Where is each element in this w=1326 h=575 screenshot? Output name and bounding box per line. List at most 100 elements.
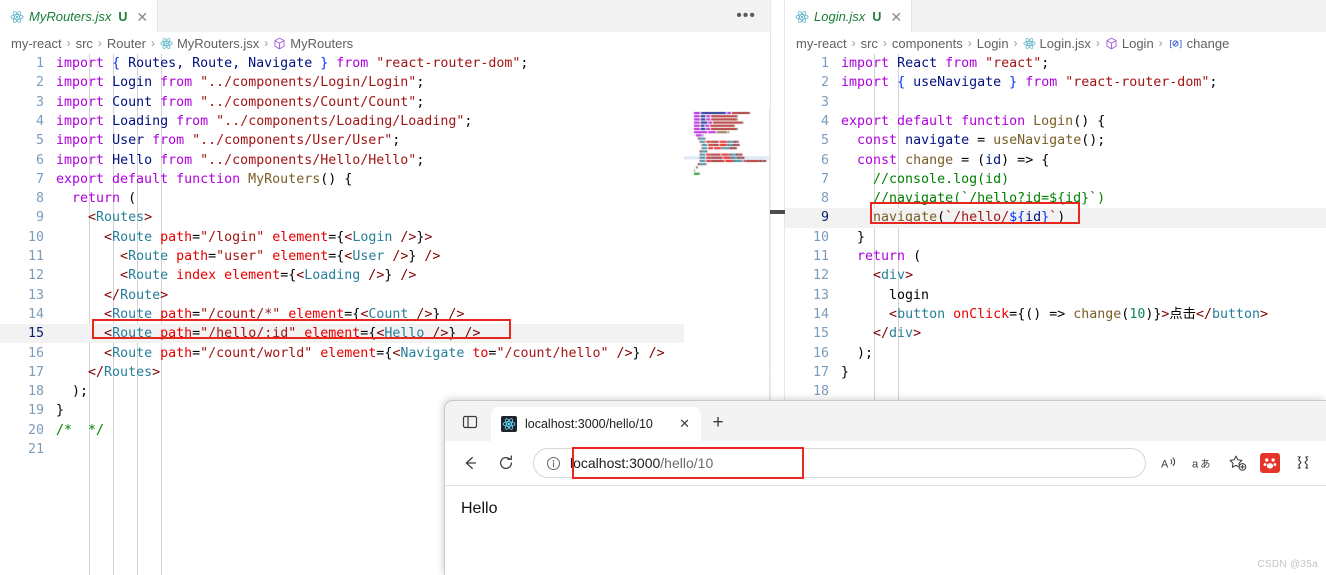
code-line[interactable]: 2 import { useNavigate } from "react-rout… — [785, 73, 1326, 92]
code-line[interactable]: 8 return ( — [0, 189, 770, 208]
code-line[interactable]: 1 import React from "react"; — [785, 54, 1326, 73]
browser-toolbar: localhost:3000/hello/10 A a あ — [445, 441, 1326, 485]
code-text: export default function Login() { — [841, 113, 1106, 129]
code-line[interactable]: 3 import Count from "../components/Count/… — [0, 93, 770, 112]
svg-text:あ: あ — [1200, 459, 1210, 471]
breadcrumb-item-label: change — [1186, 35, 1230, 51]
code-text: const change = (id) => { — [857, 152, 1050, 168]
breadcrumb-item-src[interactable]: src — [861, 36, 878, 51]
breadcrumb-item-my-react[interactable]: my-react — [11, 36, 62, 51]
code-text: import { Routes, Route, Navigate } from … — [56, 56, 529, 71]
close-icon[interactable]: ✕ — [890, 10, 902, 24]
breadcrumb-item-components[interactable]: components — [892, 36, 963, 51]
code-text: return ( — [857, 249, 922, 264]
code-line[interactable]: 18 — [785, 382, 1326, 401]
code-line[interactable]: 9 navigate(`/hello/${id}`) — [785, 208, 1326, 228]
back-button[interactable] — [453, 446, 487, 480]
breadcrumb-item-my-react[interactable]: my-react — [796, 36, 847, 51]
line-number: 6 — [35, 152, 44, 168]
breadcrumb-right: my-react › src › components › Login › Login.jsx ›… — [785, 32, 1326, 54]
code-line[interactable]: 18 ); — [0, 382, 770, 401]
breadcrumb-item-myrouters[interactable]: MyRouters — [273, 36, 353, 51]
code-line[interactable]: 14 <Route path="/count/*" element={<Coun… — [0, 305, 770, 324]
code-line[interactable]: 16 ); — [785, 344, 1326, 363]
code-text: ); — [72, 384, 89, 400]
code-text: import Login from "../components/Login/L… — [56, 75, 425, 91]
code-line[interactable]: 4 export default function Login() { — [785, 112, 1326, 131]
collections-icon[interactable] — [1288, 448, 1318, 478]
breadcrumb-item-myrouters-jsx[interactable]: MyRouters.jsx — [160, 36, 259, 51]
code-line[interactable]: 15 <Route path="/hello/:id" element={<He… — [0, 324, 770, 344]
code-text: <Route path="/count/world" element={<Nav… — [104, 345, 665, 361]
code-line[interactable]: 17 </Routes> — [0, 363, 770, 382]
tab-unsaved-badge: U — [118, 9, 128, 24]
breadcrumb-item-login[interactable]: Login — [1105, 36, 1154, 51]
code-line[interactable]: 7 //console.log(id) — [785, 170, 1326, 189]
breadcrumb-item-src[interactable]: src — [76, 36, 93, 51]
reload-button[interactable] — [489, 446, 523, 480]
breadcrumb-separator: › — [1158, 36, 1163, 50]
breadcrumb-item-router[interactable]: Router — [107, 36, 146, 51]
code-line[interactable]: 12 <div> — [785, 266, 1326, 285]
code-line[interactable]: 3 — [785, 93, 1326, 112]
splitter-grip[interactable] — [770, 210, 785, 214]
tab-login-jsx[interactable]: Login.jsx U ✕ — [785, 0, 913, 32]
code-text: </Route> — [104, 287, 169, 303]
code-line[interactable]: 16 <Route path="/count/world" element={<… — [0, 344, 770, 363]
breadcrumb-item-label: MyRouters.jsx — [176, 35, 260, 51]
code-line[interactable]: 11 return ( — [785, 247, 1326, 266]
code-text: } — [56, 403, 65, 419]
line-number: 15 — [27, 326, 44, 342]
code-line[interactable]: 10 <Route path="/login" element={<Login … — [0, 228, 770, 247]
add-favorite-icon[interactable] — [1222, 448, 1252, 478]
breadcrumb-item-label: Login — [976, 35, 1009, 51]
translate-icon[interactable]: a あ — [1189, 448, 1219, 478]
line-number: 13 — [812, 287, 829, 303]
line-number: 4 — [35, 113, 44, 129]
code-line[interactable]: 6 import Hello from "../components/Hello/… — [0, 151, 770, 170]
code-line[interactable]: 9 <Routes> — [0, 208, 770, 227]
read-aloud-icon[interactable]: A — [1156, 448, 1186, 478]
editor-actions-more-button[interactable]: ••• — [736, 0, 756, 32]
info-icon[interactable] — [546, 456, 561, 471]
code-line[interactable]: 14 <button onClick={() => change(10)}>点击… — [785, 305, 1326, 324]
code-line[interactable]: 11 <Route path="user" element={<User />}… — [0, 247, 770, 266]
react-icon — [160, 37, 173, 50]
breadcrumb-item-label: my-react — [11, 35, 62, 51]
code-line[interactable]: 5 const navigate = useNavigate(); — [785, 131, 1326, 150]
code-text: } — [857, 229, 866, 245]
browser-tab[interactable]: localhost:3000/hello/10 ✕ — [491, 407, 701, 441]
code-line[interactable]: 13 </Route> — [0, 286, 770, 305]
tab-list-icon[interactable] — [451, 405, 489, 439]
code-text: import React from "react"; — [841, 56, 1050, 71]
breadcrumb-separator: › — [97, 36, 102, 50]
code-text: <Route path="user" element={<User />} /> — [120, 249, 441, 264]
code-line[interactable]: 8 //navigate(`/hello?id=${id}`) — [785, 189, 1326, 208]
tab-myrouters-jsx[interactable]: MyRouters.jsx U ✕ — [0, 0, 159, 32]
code-line[interactable]: 2 import Login from "../components/Login/… — [0, 73, 770, 92]
close-icon[interactable]: ✕ — [676, 416, 693, 432]
code-line[interactable]: 17} — [785, 363, 1326, 382]
code-line[interactable]: 4 import Loading from "../components/Load… — [0, 112, 770, 131]
code-line[interactable]: 7 export default function MyRouters() { — [0, 170, 770, 189]
symbol-cube-icon — [273, 37, 286, 50]
extension-red-icon[interactable] — [1255, 448, 1285, 478]
breadcrumb-item-change[interactable]: [] change — [1168, 36, 1230, 51]
code-text: import { useNavigate } from "react-route… — [841, 75, 1218, 91]
code-line[interactable]: 12 <Route index element={<Loading />} /> — [0, 266, 770, 285]
code-line[interactable]: 5 import User from "../components/User/Us… — [0, 131, 770, 150]
code-line[interactable]: 6 const change = (id) => { — [785, 151, 1326, 170]
line-number: 7 — [35, 171, 44, 187]
code-line[interactable]: 10 } — [785, 228, 1326, 247]
new-tab-button[interactable]: + — [703, 408, 733, 438]
breadcrumb-item-login-jsx[interactable]: Login.jsx — [1022, 36, 1091, 51]
line-number: 8 — [820, 191, 829, 207]
code-line[interactable]: 1 import { Routes, Route, Navigate } from… — [0, 54, 770, 73]
react-icon — [10, 10, 24, 24]
breadcrumb-item-login[interactable]: Login — [977, 36, 1009, 51]
code-line[interactable]: 13 login — [785, 286, 1326, 305]
address-bar[interactable]: localhost:3000/hello/10 — [533, 448, 1146, 478]
close-icon[interactable]: ✕ — [136, 10, 148, 24]
code-line[interactable]: 15 </div> — [785, 324, 1326, 343]
breadcrumb-separator: › — [264, 36, 269, 50]
